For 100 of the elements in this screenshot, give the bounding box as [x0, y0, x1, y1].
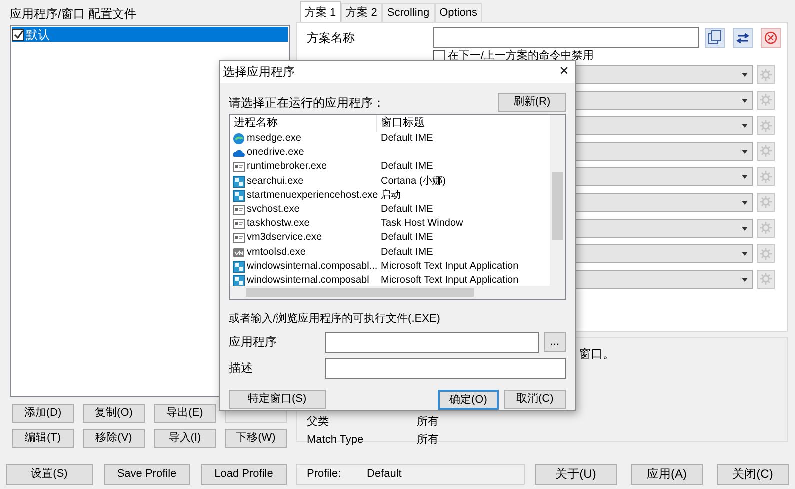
description-field[interactable] — [324, 358, 566, 378]
gear-icon — [760, 248, 772, 260]
gear-icon — [760, 222, 772, 234]
column-header[interactable]: 进程名称 — [230, 115, 377, 132]
caret-icon — [742, 175, 748, 180]
vm-icon — [233, 246, 245, 259]
app-icon — [233, 176, 245, 188]
process-name[interactable]: vm3dservice.exe — [247, 231, 322, 246]
window-title-cell[interactable]: Microsoft Text Input Application — [381, 274, 519, 286]
horizontal-scrollbar[interactable] — [230, 286, 565, 299]
browse-hint: 或者输入/浏览应用程序的可执行文件(.EXE) — [229, 312, 442, 327]
copy-button[interactable] — [705, 28, 725, 48]
process-name[interactable]: windowsinternal.composabl... — [247, 260, 378, 274]
gear-icon — [760, 170, 772, 183]
gear-icon — [760, 94, 772, 106]
caret-icon — [742, 252, 748, 256]
checkbox[interactable] — [12, 28, 24, 40]
profile-item[interactable]: 默认 — [12, 27, 288, 42]
gear-icon — [760, 145, 772, 158]
window-title-cell[interactable]: 启动 — [381, 190, 401, 201]
process-name[interactable]: taskhostw.exe — [247, 217, 310, 232]
checkbox-label: 在下一/上一方案的命令中禁用 — [448, 50, 594, 62]
app-icon — [233, 190, 245, 202]
tab[interactable]: 方案 2 — [341, 2, 382, 22]
process-name[interactable]: msedge.exe — [247, 132, 302, 146]
close-button[interactable]: × — [560, 64, 569, 80]
swap-button[interactable] — [733, 28, 753, 48]
window-title-cell[interactable]: Microsoft Text Input Application — [381, 260, 519, 272]
field-label: 父类 — [307, 415, 330, 430]
description-text: 窗口。 — [579, 346, 615, 363]
caret-icon — [742, 278, 748, 282]
footer-button[interactable]: Save Profile — [104, 464, 190, 484]
delete-icon — [764, 30, 778, 44]
panel-title: 应用程序/窗口 配置文件 — [10, 6, 138, 23]
gear-icon — [760, 68, 772, 80]
column-header[interactable]: 窗口标题 — [377, 115, 425, 132]
application-field[interactable] — [325, 332, 539, 352]
browser-icon — [233, 133, 245, 146]
caret-icon — [742, 226, 748, 231]
tab[interactable]: Scrolling — [382, 2, 435, 22]
swap-icon — [736, 30, 750, 44]
copy-icon — [708, 30, 722, 45]
gear-icon — [760, 273, 772, 286]
action-button[interactable]: 导出(E) — [154, 404, 216, 423]
delete-button[interactable] — [761, 28, 781, 48]
action-button[interactable]: 移除(V) — [83, 429, 145, 448]
footer-button[interactable]: 关于(U) — [535, 464, 617, 484]
action-button[interactable]: 复制(O) — [83, 404, 145, 423]
window-title-cell[interactable]: Default IME — [381, 204, 434, 215]
footer-button[interactable]: Load Profile — [201, 464, 287, 484]
process-name[interactable]: svchost.exe — [247, 202, 300, 218]
tab[interactable]: 方案 1 — [300, 0, 342, 22]
action-button[interactable]: 导入(I) — [154, 429, 216, 448]
field-value: 所有 — [417, 415, 439, 430]
browse-button[interactable]: ... — [544, 332, 566, 352]
cancel-button[interactable]: 取消(C) — [504, 390, 566, 409]
tab[interactable]: Options — [434, 2, 482, 22]
window-title-cell[interactable]: Default IME — [381, 232, 434, 244]
gear-icon — [760, 196, 772, 208]
field-label: 描述 — [229, 360, 254, 377]
action-button[interactable]: 下移(W) — [225, 429, 287, 448]
window-title-cell[interactable]: Default IME — [381, 161, 434, 172]
footer-button[interactable]: 设置(S) — [6, 464, 93, 484]
process-name[interactable]: searchui.exe — [247, 174, 304, 189]
app-icon — [233, 260, 245, 273]
field-label: Match Type — [307, 433, 365, 448]
window-icon — [233, 161, 245, 174]
field-value: 所有 — [417, 433, 439, 448]
field-label: 应用程序 — [229, 334, 278, 351]
process-name[interactable]: runtimebroker.exe — [247, 160, 328, 175]
scrollbar-thumb[interactable] — [552, 172, 563, 240]
window-title-cell[interactable]: Cortana (小娜) — [381, 176, 446, 187]
caret-icon — [742, 150, 748, 154]
footer-button[interactable]: 关闭(C) — [717, 464, 789, 484]
footer-button[interactable]: 应用(A) — [631, 464, 703, 484]
prompt-text: 请选择正在运行的应用程序： — [229, 94, 385, 112]
process-name[interactable]: windowsinternal.composabl — [247, 274, 370, 288]
vertical-scrollbar[interactable] — [550, 115, 565, 287]
caret-icon — [742, 200, 748, 205]
action-button[interactable]: 编辑(T) — [12, 429, 74, 448]
scheme-name-field[interactable] — [432, 27, 699, 48]
caret-icon — [742, 73, 748, 77]
caret-icon — [742, 124, 748, 128]
window-icon — [233, 204, 245, 216]
window-title-cell[interactable]: Default IME — [381, 133, 434, 144]
status-value: Default — [367, 466, 402, 482]
status-label: Profile: — [307, 466, 342, 482]
ok-button[interactable]: 确定(O) — [438, 390, 500, 410]
action-button[interactable]: 添加(D) — [12, 404, 74, 423]
specific-window-button[interactable]: 特定窗口(S) — [229, 390, 326, 409]
scrollbar-thumb[interactable] — [246, 288, 474, 297]
window-title-cell[interactable]: Task Host Window — [381, 218, 464, 230]
refresh-button[interactable]: 刷新(R) — [498, 93, 566, 112]
window-title-cell[interactable]: Default IME — [381, 246, 434, 258]
window-icon — [233, 218, 245, 230]
caret-icon — [742, 98, 748, 103]
process-name[interactable]: onedrive.exe — [247, 146, 304, 160]
window-icon — [233, 232, 245, 244]
process-name[interactable]: vmtoolsd.exe — [247, 246, 306, 260]
process-name[interactable]: startmenuexperiencehost.exe — [247, 188, 378, 203]
